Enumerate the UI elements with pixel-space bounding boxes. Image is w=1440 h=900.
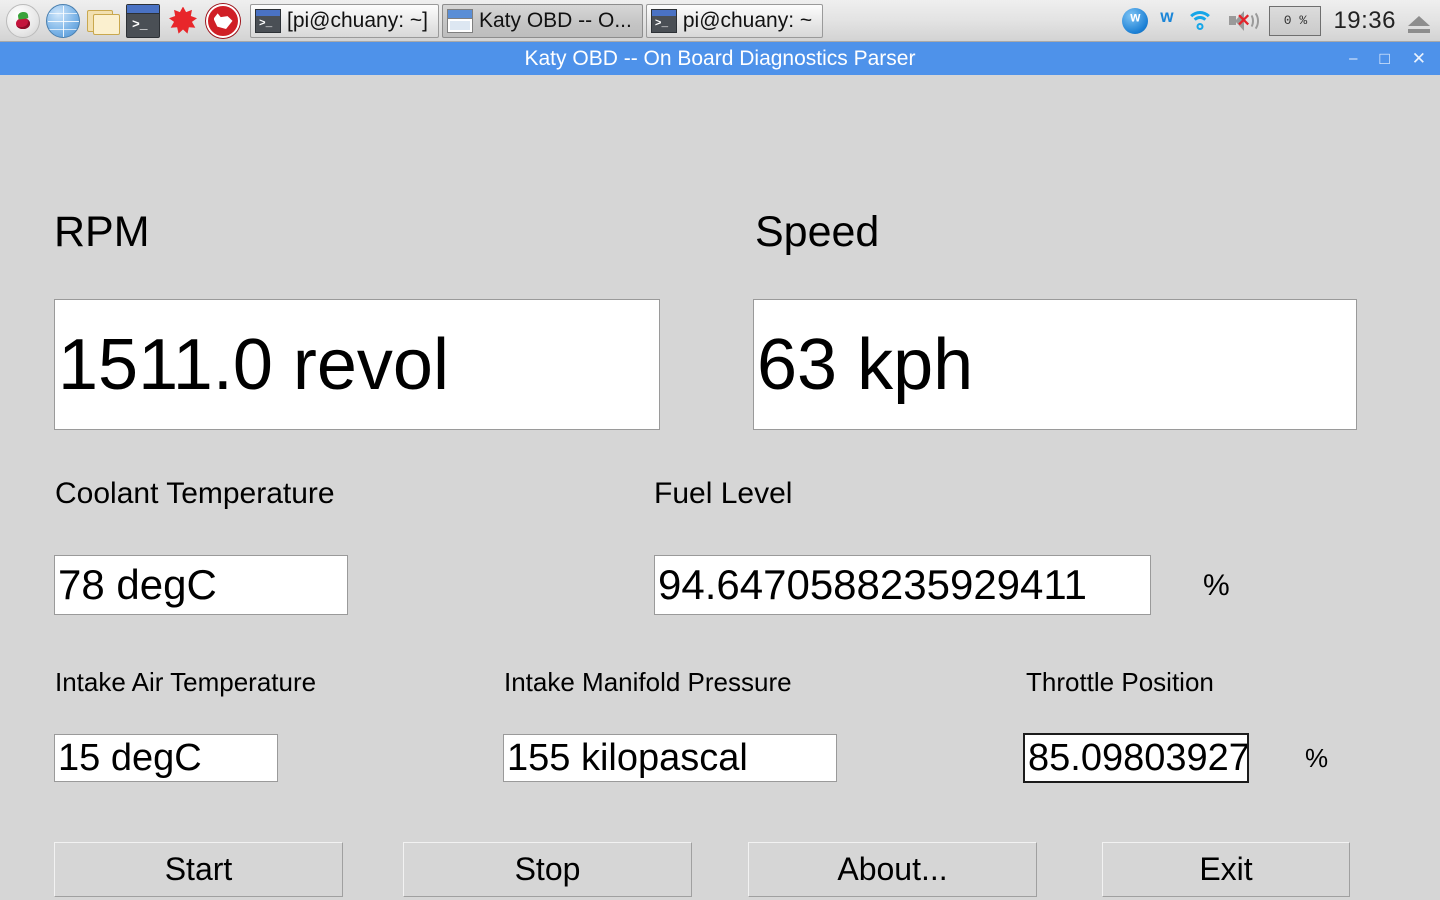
taskbar-window-label: Katy OBD -- O...	[478, 8, 632, 32]
raspberry-glyph	[14, 13, 32, 29]
unit-fuel-level: %	[1203, 569, 1230, 602]
window-controls: – □ ✕	[1349, 42, 1426, 75]
maximize-button[interactable]: □	[1379, 50, 1389, 67]
field-rpm[interactable]: 1511.0 revol	[54, 299, 660, 430]
field-rpm-value: 1511.0 revol	[58, 324, 449, 405]
taskbar-window-terminal-1[interactable]: >_ [pi@chuany: ~]	[250, 3, 439, 38]
label-coolant-temperature: Coolant Temperature	[55, 477, 335, 510]
cpu-monitor-label: 0 %	[1283, 13, 1308, 28]
label-speed: Speed	[755, 208, 880, 256]
wolf-glyph	[213, 13, 233, 29]
web-browser-icon[interactable]	[46, 3, 80, 38]
label-rpm: RPM	[54, 208, 150, 256]
taskbar-window-terminal-2[interactable]: >_ pi@chuany: ~	[645, 3, 824, 38]
label-intake-manifold-pressure: Intake Manifold Pressure	[504, 667, 792, 697]
raspberry-menu-icon[interactable]	[6, 3, 40, 38]
field-intake-manifold-pressure[interactable]: 155 kilopascal	[503, 734, 837, 782]
about-button-label: About...	[837, 851, 948, 887]
field-throttle-position-value: 85.098039275	[1028, 736, 1249, 779]
field-fuel-level-value: 94.6470588235929411	[658, 561, 1088, 608]
window-titlebar[interactable]: Katy OBD -- On Board Diagnostics Parser …	[0, 42, 1440, 75]
label-intake-air-temperature: Intake Air Temperature	[55, 667, 317, 697]
taskbar-window-label: [pi@chuany: ~]	[287, 8, 428, 32]
file-manager-icon[interactable]	[86, 4, 120, 38]
taskbar: >_ >_ [pi@chuany: ~] Katy OBD -- O... >_…	[0, 0, 1440, 42]
stop-button[interactable]: Stop	[403, 842, 692, 897]
terminal-icon: >_	[650, 8, 677, 33]
start-button-label: Start	[164, 851, 233, 887]
terminal-icon: >_	[255, 8, 281, 33]
star-glyph	[169, 6, 197, 34]
about-button[interactable]: About...	[748, 842, 1037, 897]
eject-icon[interactable]	[1408, 15, 1430, 33]
window-icon	[446, 8, 473, 33]
field-intake-air-temperature-value: 15 degC	[58, 736, 202, 779]
field-intake-air-temperature[interactable]: 15 degC	[54, 734, 278, 782]
stop-button-label: Stop	[514, 851, 581, 887]
field-fuel-level[interactable]: 94.6470588235929411	[654, 555, 1151, 615]
terminal-prompt-glyph: >_	[132, 16, 148, 32]
wolfram-icon[interactable]	[206, 3, 240, 38]
volume-muted-icon[interactable]: ✕	[1227, 9, 1260, 33]
label-throttle-position: Throttle Position	[1026, 667, 1214, 697]
application-window: Katy OBD -- On Board Diagnostics Parser …	[0, 42, 1440, 900]
start-button[interactable]: Start	[54, 842, 343, 897]
diagnostics-panel: RPM 1511.0 revol Speed 63 kph Coolant Te…	[0, 75, 1440, 900]
close-button[interactable]: ✕	[1412, 50, 1426, 67]
field-coolant-temperature-value: 78 degC	[58, 561, 217, 608]
field-coolant-temperature[interactable]: 78 degC	[54, 555, 348, 615]
bluetooth-device-icon[interactable]: ʷ	[1160, 8, 1173, 33]
minimize-button[interactable]: –	[1349, 51, 1357, 66]
field-intake-manifold-pressure-value: 155 kilopascal	[507, 736, 748, 779]
label-fuel-level: Fuel Level	[654, 477, 793, 510]
unit-throttle-position: %	[1305, 743, 1329, 773]
mathematica-icon[interactable]	[166, 4, 200, 38]
taskbar-window-label: pi@chuany: ~	[682, 8, 813, 32]
wifi-icon[interactable]	[1185, 9, 1215, 33]
launcher-bar: >_	[0, 3, 240, 38]
clock[interactable]: 19:36	[1333, 7, 1396, 35]
taskbar-window-katy-obd[interactable]: Katy OBD -- O...	[441, 3, 643, 38]
cpu-monitor[interactable]: 0 %	[1269, 5, 1322, 36]
field-speed[interactable]: 63 kph	[753, 299, 1357, 430]
window-button-list: >_ [pi@chuany: ~] Katy OBD -- O... >_ pi…	[250, 3, 824, 38]
field-throttle-position[interactable]: 85.098039275	[1023, 733, 1249, 783]
terminal-icon[interactable]: >_	[126, 3, 160, 38]
exit-button-label: Exit	[1199, 851, 1253, 887]
window-title: Katy OBD -- On Board Diagnostics Parser	[524, 46, 916, 70]
system-tray: ʷ ʷ ✕ 0 % 19:36	[1122, 5, 1440, 36]
bluetooth-status-icon[interactable]: ʷ	[1122, 7, 1149, 34]
field-speed-value: 63 kph	[757, 324, 974, 405]
exit-button[interactable]: Exit	[1102, 842, 1350, 897]
